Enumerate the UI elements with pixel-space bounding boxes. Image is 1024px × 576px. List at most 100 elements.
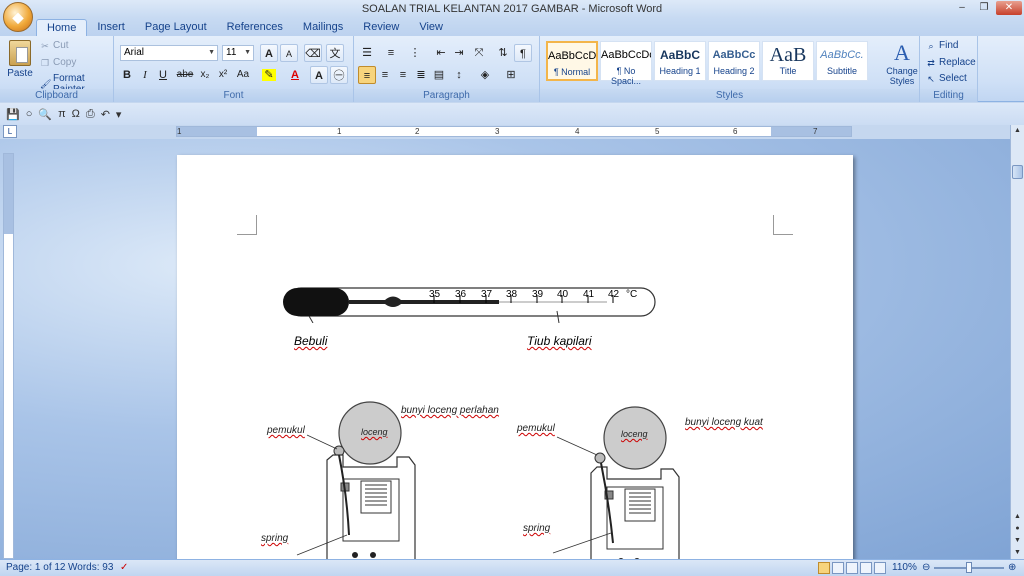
copy-button[interactable]: ❐ Copy bbox=[40, 57, 76, 68]
distributed-button[interactable]: ▤ bbox=[430, 66, 448, 84]
document-page[interactable]: 35 36 37 38 39 40 41 42 °C Bebuli Tiub k… bbox=[177, 155, 853, 559]
tab-review[interactable]: Review bbox=[353, 19, 409, 36]
minimize-button[interactable]: – bbox=[952, 1, 972, 15]
enclose-characters-button[interactable]: ㊀ bbox=[330, 66, 348, 84]
symbol-icon[interactable]: Ω bbox=[72, 108, 80, 120]
style-normal[interactable]: AaBbCcDc ¶ Normal bbox=[546, 41, 598, 81]
distributed-icon: ▤ bbox=[433, 69, 445, 81]
next-page-icon[interactable]: ▼ bbox=[1011, 535, 1024, 547]
subscript-button[interactable]: x₂ bbox=[196, 66, 214, 84]
proofing-icon[interactable]: ✓ bbox=[120, 562, 128, 573]
tab-page-layout[interactable]: Page Layout bbox=[135, 19, 217, 36]
font-color-button[interactable]: A bbox=[286, 66, 304, 84]
zoom-level[interactable]: 110% bbox=[892, 562, 917, 573]
full-screen-view-icon[interactable] bbox=[832, 562, 844, 574]
align-right-icon: ≡ bbox=[399, 69, 407, 81]
decrease-indent-button[interactable]: ⇤ bbox=[432, 44, 450, 62]
scroll-down-icon[interactable]: ▼ bbox=[1011, 547, 1024, 559]
draft-view-icon[interactable] bbox=[874, 562, 886, 574]
tab-insert[interactable]: Insert bbox=[87, 19, 135, 36]
align-center-button[interactable]: ≡ bbox=[376, 66, 394, 84]
web-layout-view-icon[interactable] bbox=[846, 562, 858, 574]
shrink-font-button[interactable]: A bbox=[280, 44, 298, 62]
increase-indent-button[interactable]: ⇥ bbox=[450, 44, 468, 62]
superscript-button[interactable]: x² bbox=[214, 66, 232, 84]
previous-page-icon[interactable]: ▲ bbox=[1011, 511, 1024, 523]
italic-button[interactable]: I bbox=[136, 66, 154, 84]
thermometer-scale: 35 36 37 38 39 40 41 42 °C bbox=[429, 289, 637, 300]
ruler-left-margin bbox=[177, 127, 257, 136]
tab-selector[interactable]: L bbox=[3, 125, 17, 138]
style-subtitle[interactable]: AaBbCc. Subtitle bbox=[816, 41, 868, 81]
borders-button[interactable]: ⊞ bbox=[502, 66, 520, 84]
zoom-in-icon[interactable]: ⊕ bbox=[1008, 562, 1016, 573]
vertical-ruler[interactable] bbox=[3, 153, 14, 559]
page-count[interactable]: Page: 1 of 12 bbox=[6, 562, 66, 573]
horizontal-ruler[interactable]: 1 1 2 3 4 5 6 7 bbox=[176, 126, 852, 137]
style-heading-1[interactable]: AaBbC Heading 1 bbox=[654, 41, 706, 81]
change-styles-button[interactable]: A Change Styles bbox=[885, 40, 919, 86]
bold-button[interactable]: B bbox=[118, 66, 136, 84]
show-marks-button[interactable]: ¶ bbox=[514, 44, 532, 62]
print-icon[interactable]: ⎙ bbox=[86, 108, 95, 121]
line-spacing-button[interactable]: ↕ bbox=[450, 66, 468, 84]
bullets-button[interactable]: ☰ bbox=[358, 44, 376, 62]
font-name-select[interactable]: Arial ▼ bbox=[120, 45, 218, 61]
word-count[interactable]: Words: 93 bbox=[68, 562, 113, 573]
paste-label: Paste bbox=[7, 68, 33, 79]
numbering-button[interactable]: ≡ bbox=[382, 44, 400, 62]
scale-label: 40 bbox=[557, 289, 569, 300]
underline-button[interactable]: U bbox=[154, 66, 172, 84]
new-icon[interactable]: ○ bbox=[26, 108, 33, 120]
change-case-button[interactable]: Aa bbox=[234, 66, 252, 84]
replace-button[interactable]: ⇄ Replace bbox=[926, 57, 975, 68]
print-layout-view-icon[interactable] bbox=[818, 562, 830, 574]
tab-home[interactable]: Home bbox=[36, 19, 88, 36]
find-button[interactable]: ⌕ Find bbox=[926, 40, 958, 51]
undo-icon[interactable]: ↶ bbox=[101, 108, 110, 121]
cut-button[interactable]: ✂ Cut bbox=[40, 40, 68, 51]
select-button[interactable]: ↖ Select bbox=[926, 73, 967, 84]
ruler-number: 4 bbox=[575, 127, 580, 136]
equation-icon[interactable]: π bbox=[58, 108, 66, 120]
phonetic-guide-button[interactable]: 文 bbox=[326, 44, 344, 62]
shading-icon: A bbox=[315, 70, 323, 82]
style-heading-2[interactable]: AaBbCc Heading 2 bbox=[708, 41, 760, 81]
zoom-out-icon[interactable]: ⊖ bbox=[922, 562, 930, 573]
restore-button[interactable]: ❐ bbox=[974, 1, 994, 15]
strikethrough-button[interactable]: abe bbox=[176, 66, 194, 84]
tab-mailings[interactable]: Mailings bbox=[293, 19, 353, 36]
close-button[interactable]: ✕ bbox=[996, 1, 1022, 15]
multilevel-list-button[interactable]: ⋮ bbox=[406, 44, 424, 62]
save-icon[interactable]: 💾 bbox=[6, 108, 20, 121]
office-button[interactable]: ◆ bbox=[3, 2, 33, 32]
character-shading-button[interactable]: A bbox=[310, 66, 328, 84]
customize-qat-icon[interactable]: ▾ bbox=[116, 108, 122, 121]
justify-button[interactable]: ≣ bbox=[412, 66, 430, 84]
paste-button[interactable]: Paste bbox=[6, 40, 34, 79]
grow-font-button[interactable]: A bbox=[260, 44, 278, 62]
align-right-button[interactable]: ≡ bbox=[394, 66, 412, 84]
sort-button[interactable]: ⇅ bbox=[494, 44, 512, 62]
style-title[interactable]: AaB Title bbox=[762, 41, 814, 81]
shading-button[interactable]: ◈ bbox=[476, 66, 494, 84]
align-left-button[interactable]: ≡ bbox=[358, 66, 376, 84]
tab-view[interactable]: View bbox=[409, 19, 453, 36]
outline-view-icon[interactable] bbox=[860, 562, 872, 574]
zoom-slider-thumb[interactable] bbox=[966, 562, 972, 573]
scroll-thumb[interactable] bbox=[1012, 165, 1023, 179]
document-workspace: 35 36 37 38 39 40 41 42 °C Bebuli Tiub k… bbox=[0, 139, 1024, 559]
scroll-up-icon[interactable]: ▲ bbox=[1011, 125, 1024, 137]
tab-references[interactable]: References bbox=[217, 19, 293, 36]
style-no-spacing[interactable]: AaBbCcDc ¶ No Spaci... bbox=[600, 41, 652, 86]
vertical-scrollbar[interactable]: ▲ ▲ ● ▼ ▼ bbox=[1010, 125, 1024, 559]
print-preview-icon[interactable]: 🔍 bbox=[38, 108, 52, 121]
highlight-button[interactable]: ✎ bbox=[260, 66, 278, 84]
clear-formatting-button[interactable]: ⌫ bbox=[304, 44, 322, 62]
replace-icon: ⇄ bbox=[927, 57, 935, 68]
title-bar: SOALAN TRIAL KELANTAN 2017 GAMBAR - Micr… bbox=[0, 0, 1024, 18]
browse-object-icon[interactable]: ● bbox=[1011, 523, 1024, 535]
text-direction-button[interactable]: ⤧ bbox=[470, 44, 488, 62]
font-size-select[interactable]: 11 ▼ bbox=[222, 45, 254, 61]
clipboard-group-label: Clipboard bbox=[0, 89, 113, 102]
